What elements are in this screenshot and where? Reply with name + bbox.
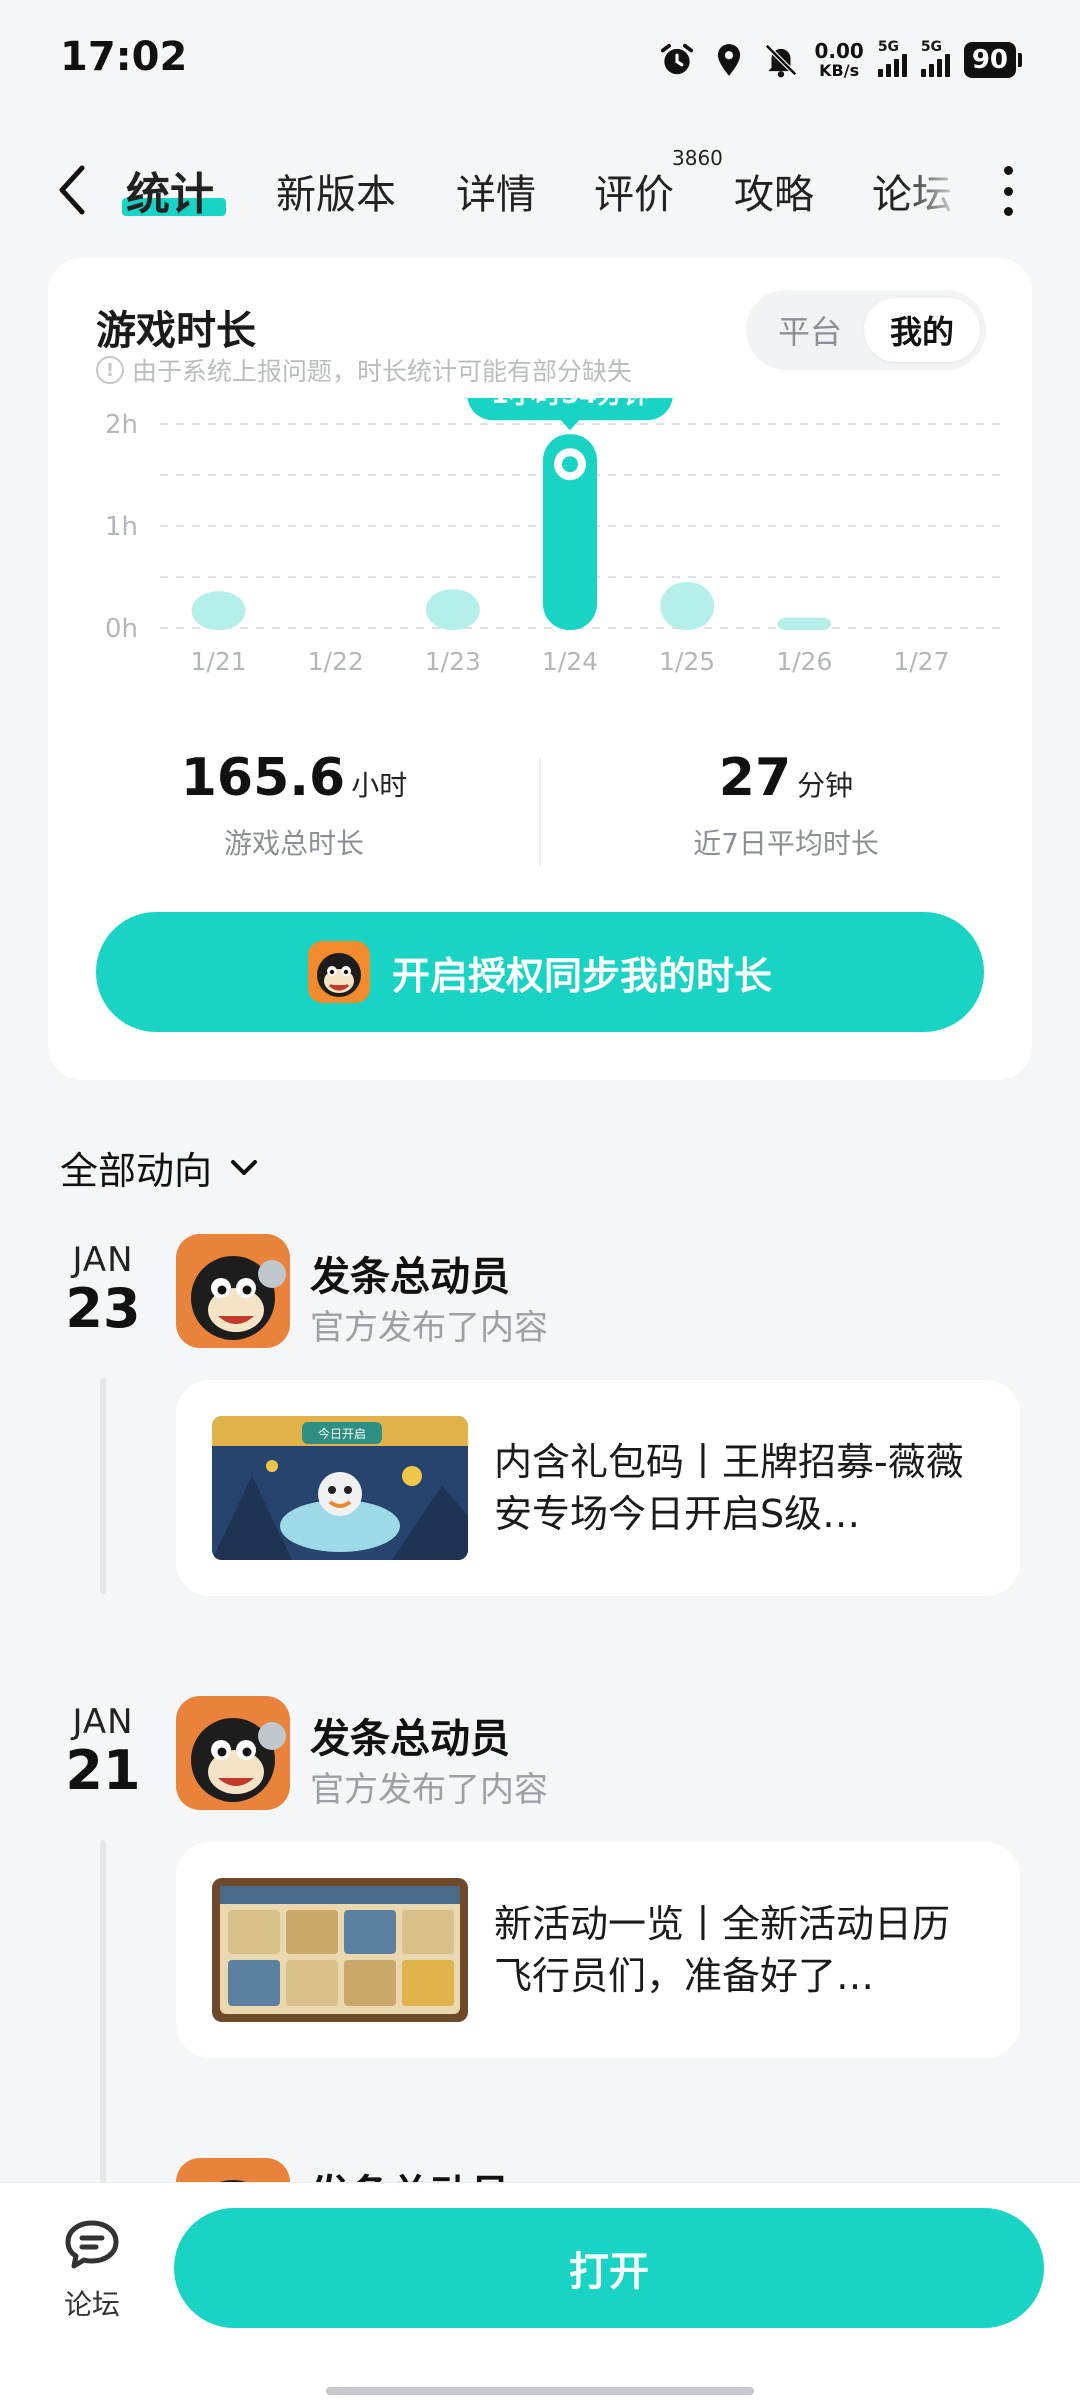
chart-bar: [777, 617, 832, 630]
x-tick-label: 1/22: [308, 647, 364, 676]
x-tick-label: 1/27: [893, 647, 949, 676]
battery-icon: 90: [963, 42, 1022, 78]
bottom-action-bar: 论坛 打开: [0, 2182, 1080, 2400]
author-action: 官方发布了内容: [310, 1770, 548, 1810]
forum-chat-icon: [65, 2220, 119, 2269]
bar-tooltip-label: 1小时54分钟: [491, 398, 649, 410]
playtime-summary: 165.6 小时 游戏总时长 27 分钟 近7日平均时长: [48, 748, 1032, 868]
total-playtime-unit: 小时: [351, 769, 408, 802]
forum-nav-label: 论坛: [63, 2288, 120, 2321]
forum-nav-button[interactable]: 论坛: [56, 2217, 128, 2323]
chart-bar: [191, 591, 246, 630]
average-playtime-unit: 分钟: [797, 769, 854, 802]
signal-5g-2-icon: 5G: [920, 39, 950, 77]
author-name[interactable]: 发条总动员: [310, 1244, 510, 1302]
y-tick-label: 0h: [105, 614, 138, 644]
mute-bell-icon: [765, 44, 798, 78]
open-game-button[interactable]: 打开: [174, 2208, 1044, 2328]
x-tick-label: 1/26: [776, 647, 832, 676]
feed-date: JAN 23: [65, 1240, 141, 1340]
tab-new-version[interactable]: 新版本: [276, 162, 396, 220]
total-playtime-value: 165.6: [180, 748, 346, 808]
info-icon: !: [96, 356, 124, 384]
tab-reviews[interactable]: 评价: [594, 162, 674, 220]
author-avatar[interactable]: [176, 1696, 290, 1810]
post-title: 内含礼包码丨王牌招募-薇薇安专场今日开启S级…: [494, 1440, 964, 1536]
status-bar: 17:02 0.00 KB/s 5G 5G 90: [0, 0, 1080, 120]
more-icon[interactable]: [998, 166, 1018, 216]
x-tick-label: 1/21: [191, 647, 247, 676]
timeline-line: [100, 1378, 106, 1594]
alarm-icon: [661, 43, 694, 75]
sync-button-label: 开启授权同步我的时长: [391, 953, 772, 998]
reviews-count-badge: 3860: [672, 146, 723, 170]
playtime-bar-chart: 0h 1h 2h 1/21 1/22 1/23 1小时54分钟 1/24 1/25 1/26 1/2…: [105, 398, 1000, 676]
author-action: 官方发布了内容: [310, 1308, 548, 1348]
platform-mine-toggle: 平台 我的: [746, 290, 986, 370]
average-playtime: 27 分钟 近7日平均时长: [540, 748, 1032, 862]
playtime-card: 游戏时长 ! 由于系统上报问题，时长统计可能有部分缺失 平台 我的 0h 1h 2h…: [48, 258, 1032, 1080]
toggle-mine[interactable]: 我的: [864, 298, 980, 362]
chevron-down-icon: [231, 1159, 258, 1175]
author-avatar[interactable]: [176, 1234, 290, 1348]
network-speed: 0.00 KB/s: [814, 39, 864, 80]
home-indicator[interactable]: [326, 2387, 754, 2395]
x-tick-label: 1/24: [542, 647, 598, 676]
author-name[interactable]: 发条总动员: [310, 1706, 510, 1764]
chart-bar: [660, 582, 715, 630]
post-card[interactable]: 今日开启 内含礼包码丨王牌招募-薇薇安专场今日开启S级…: [176, 1380, 1020, 1596]
activity-filter-label: 全部动向: [60, 1149, 213, 1193]
bar-marker-inner: [562, 456, 578, 473]
average-playtime-value: 27: [718, 748, 792, 808]
sync-playtime-button[interactable]: 开启授权同步我的时长: [96, 912, 984, 1032]
tab-forum[interactable]: 论坛: [872, 162, 952, 220]
card-note: ! 由于系统上报问题，时长统计可能有部分缺失: [96, 352, 632, 388]
tab-bar: 统计 新版本 详情 评价 3860 攻略 论坛: [0, 140, 1080, 250]
tab-stats[interactable]: 统计: [126, 158, 214, 222]
card-title: 游戏时长: [96, 308, 256, 354]
average-playtime-label: 近7日平均时长: [693, 827, 879, 860]
post-thumbnail: [212, 1878, 468, 2022]
toggle-platform[interactable]: 平台: [752, 298, 868, 362]
total-playtime: 165.6 小时 游戏总时长: [48, 748, 540, 862]
status-time: 17:02: [60, 34, 188, 80]
location-icon: [718, 44, 741, 76]
back-arrow-icon[interactable]: [50, 160, 94, 220]
post-card[interactable]: 新活动一览丨全新活动日历 飞行员们，准备好了…: [176, 1842, 1020, 2058]
x-tick-label: 1/25: [659, 647, 715, 676]
post-title: 新活动一览丨全新活动日历 飞行员们，准备好了…: [494, 1902, 951, 1998]
post-thumbnail: 今日开启: [212, 1416, 468, 1560]
status-icons: 0.00 KB/s 5G 5G 90: [658, 36, 1022, 84]
y-tick-label: 1h: [105, 512, 138, 542]
x-tick-label: 1/23: [425, 647, 481, 676]
y-tick-label: 2h: [105, 410, 138, 440]
feed-date: JAN 21: [65, 1702, 141, 1802]
tab-guides[interactable]: 攻略: [734, 162, 814, 220]
chart-bar: [425, 589, 480, 630]
signal-5g-1-icon: 5G: [877, 39, 907, 77]
tab-details[interactable]: 详情: [456, 162, 536, 220]
activity-filter-dropdown[interactable]: 全部动向: [60, 1140, 262, 1195]
timeline-line: [100, 1840, 106, 2200]
total-playtime-label: 游戏总时长: [223, 827, 364, 860]
svg-text:今日开启: 今日开启: [318, 1426, 366, 1441]
game-app-icon: [307, 941, 370, 1003]
